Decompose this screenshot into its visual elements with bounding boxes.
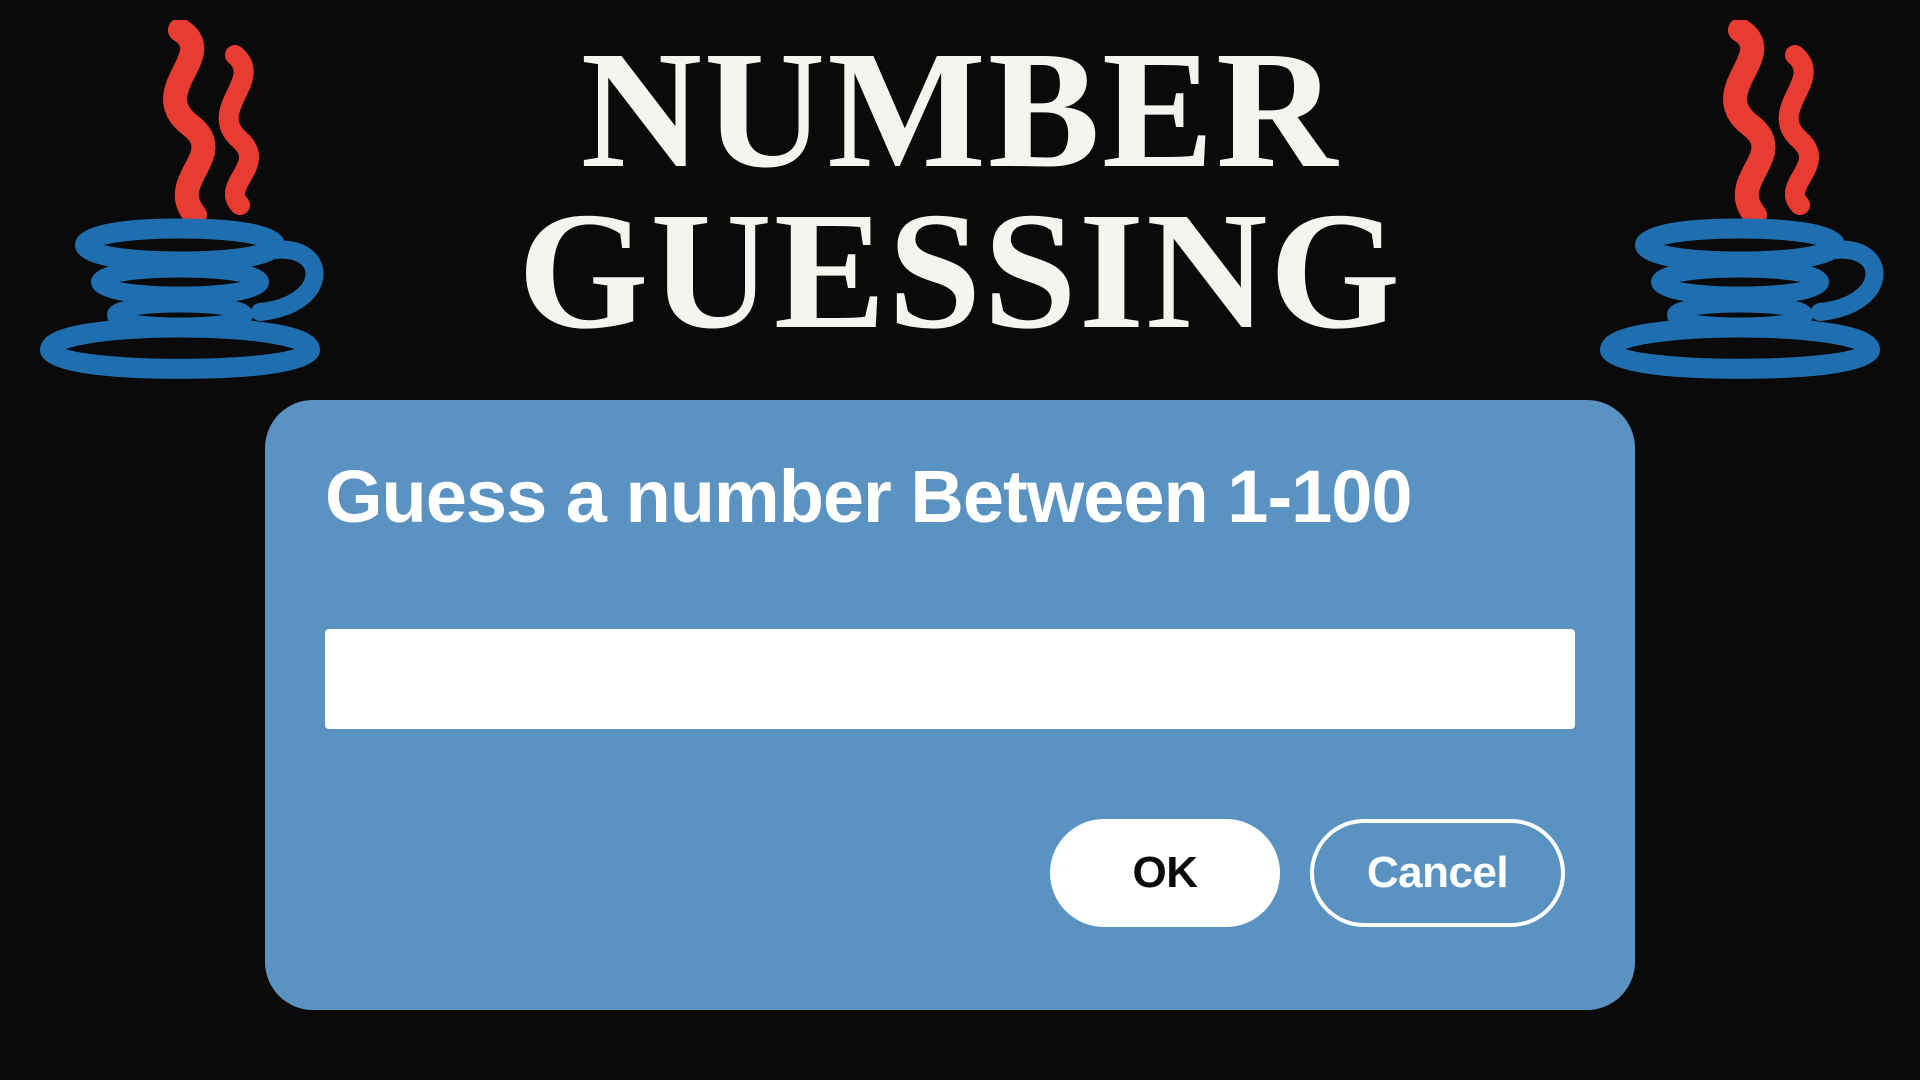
ok-button[interactable]: OK <box>1050 819 1280 927</box>
cancel-button[interactable]: Cancel <box>1310 819 1565 927</box>
java-logo-icon <box>1590 20 1890 380</box>
dialog-button-row: OK Cancel <box>325 819 1575 927</box>
guess-input[interactable] <box>325 629 1575 729</box>
guess-dialog: Guess a number Between 1-100 OK Cancel <box>265 400 1635 1010</box>
java-logo-icon <box>30 20 330 380</box>
page-title: NUMBER GUESSING <box>518 30 1402 353</box>
dialog-prompt: Guess a number Between 1-100 <box>325 454 1575 539</box>
